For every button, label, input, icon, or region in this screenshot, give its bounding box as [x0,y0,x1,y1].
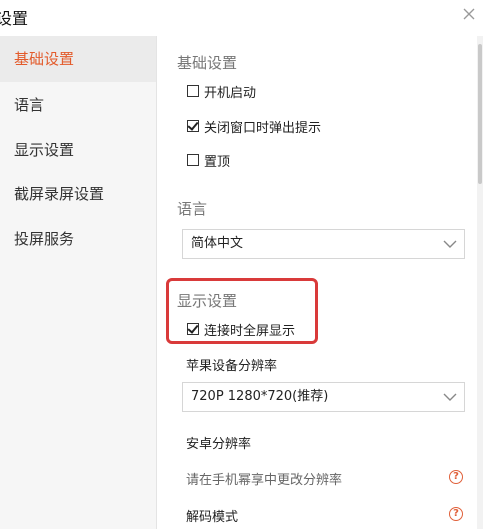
settings-window: 设置 基础设置 语言 显示设置 截屏录屏设置 投屏服务 基础设置 开机启动 关闭… [0,0,483,529]
autostart-checkbox[interactable] [187,85,199,97]
language-select[interactable]: 简体中文 [182,229,465,259]
language-select-value: 简体中文 [191,236,244,251]
chevron-down-icon [443,393,457,401]
option-fullscreen-on-connect[interactable]: 连接时全屏显示 [187,319,295,339]
android-resolution-hint: 请在手机幂享中更改分辨率 [186,473,343,488]
sidebar: 基础设置 语言 显示设置 截屏录屏设置 投屏服务 [0,36,156,529]
scrollbar-thumb[interactable] [478,44,482,184]
close-prompt-label: 关闭窗口时弹出提示 [204,120,322,136]
question-circle-icon[interactable]: ? [449,470,463,484]
scrollbar[interactable] [477,36,483,529]
always-on-top-label: 置顶 [204,154,231,170]
option-close-prompt[interactable]: 关闭窗口时弹出提示 [187,116,321,136]
always-on-top-checkbox[interactable] [187,154,199,166]
option-always-on-top[interactable]: 置顶 [187,150,230,170]
section-title-basic: 基础设置 [177,54,238,72]
fullscreen-label: 连接时全屏显示 [204,323,296,339]
sidebar-item-cast-service[interactable]: 投屏服务 [0,216,156,262]
apple-resolution-value: 720P 1280*720(推荐) [191,389,329,404]
close-button[interactable] [459,4,479,24]
chevron-down-icon [443,240,457,248]
close-prompt-checkbox[interactable] [187,120,199,132]
question-circle-icon[interactable]: ? [449,507,463,521]
sidebar-item-screenshot-record-settings[interactable]: 截屏录屏设置 [0,171,156,217]
android-resolution-label: 安卓分辨率 [186,437,252,452]
title-bar: 设置 [0,0,483,36]
sidebar-item-language[interactable]: 语言 [0,82,156,128]
window-title: 设置 [0,9,29,28]
section-title-display: 显示设置 [177,292,238,310]
autostart-label: 开机启动 [204,85,257,101]
close-icon [463,8,475,20]
apple-resolution-label: 苹果设备分辨率 [186,359,278,374]
apple-resolution-select[interactable]: 720P 1280*720(推荐) [182,382,465,412]
option-autostart[interactable]: 开机启动 [187,81,256,101]
settings-content: 基础设置 开机启动 关闭窗口时弹出提示 置顶 语言 简体中文 显示设置 连接时全… [157,36,483,529]
fullscreen-checkbox[interactable] [187,323,199,335]
sidebar-item-basic-settings[interactable]: 基础设置 [0,36,156,82]
section-title-language: 语言 [177,200,208,218]
decode-mode-label: 解码模式 [186,510,239,525]
sidebar-item-display-settings[interactable]: 显示设置 [0,127,156,173]
